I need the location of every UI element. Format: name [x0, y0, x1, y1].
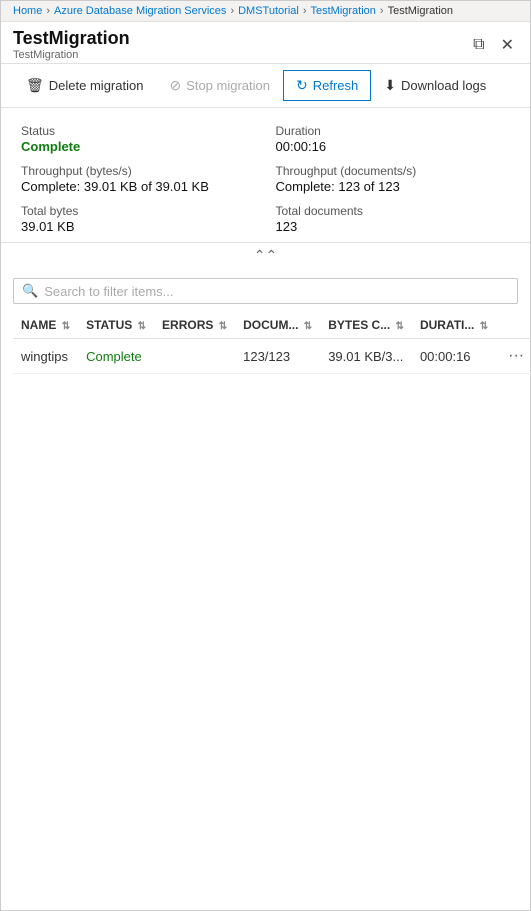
col-errors[interactable]: ERRORS ⇅: [154, 312, 235, 339]
stat-throughput-bytes: Throughput (bytes/s) Complete: 39.01 KB …: [21, 164, 256, 194]
breadcrumb-home[interactable]: Home: [13, 5, 42, 17]
collapse-button[interactable]: ⌃⌃: [1, 243, 530, 270]
download-icon: ⬇: [384, 77, 396, 94]
stat-duration: Duration 00:00:16: [276, 124, 511, 154]
cell-documents-0: 123/123: [235, 339, 320, 374]
sort-bytes-icon: ⇅: [396, 321, 404, 332]
download-logs-button[interactable]: ⬇ Download logs: [371, 70, 499, 101]
migration-table: NAME ⇅ STATUS ⇅ ERRORS ⇅ DOCUM... ⇅ BYTE…: [13, 312, 531, 374]
chevron-up-icon: ⌃⌃: [254, 247, 277, 264]
table-header-row: NAME ⇅ STATUS ⇅ ERRORS ⇅ DOCUM... ⇅ BYTE…: [13, 312, 531, 339]
stat-status: Status Complete: [21, 124, 256, 154]
breadcrumb-dmstutorial[interactable]: DMSTutorial: [238, 5, 299, 17]
col-documents[interactable]: DOCUM... ⇅: [235, 312, 320, 339]
sort-docs-icon: ⇅: [304, 321, 312, 332]
row-actions-button[interactable]: ···: [504, 347, 528, 365]
search-bar: 🔍: [13, 278, 518, 304]
page-subtitle: TestMigration: [13, 49, 130, 61]
breadcrumb: Home › Azure Database Migration Services…: [1, 1, 530, 22]
stat-total-bytes: Total bytes 39.01 KB: [21, 204, 256, 234]
stop-icon: ⊘: [169, 77, 181, 94]
sort-name-icon: ⇅: [62, 321, 70, 332]
breadcrumb-testmigration[interactable]: TestMigration: [311, 5, 376, 17]
cell-errors-0: [154, 339, 235, 374]
page-title: TestMigration: [13, 28, 130, 49]
refresh-icon: ↻: [296, 77, 308, 94]
refresh-button[interactable]: ↻ Refresh: [283, 70, 371, 101]
col-status[interactable]: STATUS ⇅: [78, 312, 154, 339]
search-input[interactable]: [44, 284, 509, 299]
table-row[interactable]: wingtipsComplete 123/12339.01 KB/3...00:0…: [13, 339, 531, 374]
search-icon: 🔍: [22, 283, 38, 299]
sort-errors-icon: ⇅: [219, 321, 227, 332]
table-container: NAME ⇅ STATUS ⇅ ERRORS ⇅ DOCUM... ⇅ BYTE…: [1, 312, 530, 374]
stat-throughput-docs: Throughput (documents/s) Complete: 123 o…: [276, 164, 511, 194]
breadcrumb-dms[interactable]: Azure Database Migration Services: [54, 5, 226, 17]
col-bytes[interactable]: BYTES C... ⇅: [320, 312, 412, 339]
cell-actions-0[interactable]: ···: [496, 339, 531, 374]
delete-migration-button[interactable]: 🗑 Delete migration: [13, 70, 156, 101]
sort-duration-icon: ⇅: [480, 321, 488, 332]
close-window-button[interactable]: ✕: [497, 33, 518, 57]
cell-name-0: wingtips: [13, 339, 78, 374]
restore-window-button[interactable]: ⧉: [469, 33, 488, 57]
cell-duration-0: 00:00:16: [412, 339, 496, 374]
delete-icon: 🗑: [26, 77, 44, 94]
col-name[interactable]: NAME ⇅: [13, 312, 78, 339]
cell-status-0: Complete: [78, 339, 154, 374]
cell-bytes-0: 39.01 KB/3...: [320, 339, 412, 374]
col-duration[interactable]: DURATI... ⇅: [412, 312, 496, 339]
breadcrumb-current: TestMigration: [388, 5, 453, 17]
toolbar: 🗑 Delete migration ⊘ Stop migration ↻ Re…: [1, 64, 530, 108]
stat-total-docs: Total documents 123: [276, 204, 511, 234]
stop-migration-button[interactable]: ⊘ Stop migration: [156, 70, 283, 101]
title-bar: TestMigration TestMigration ⧉ ✕: [1, 22, 530, 64]
sort-status-icon: ⇅: [138, 321, 146, 332]
stats-section: Status Complete Duration 00:00:16 Throug…: [1, 108, 530, 243]
